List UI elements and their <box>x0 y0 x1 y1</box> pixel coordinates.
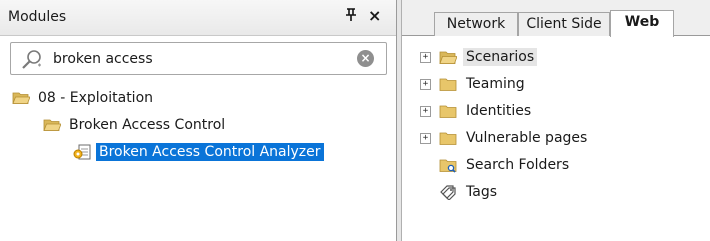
module-search-box[interactable]: × <box>10 42 387 75</box>
tree-item-label: Teaming <box>466 76 525 92</box>
tree-item-broken-access-control-analyzer[interactable]: Broken Access Control Analyzer <box>73 142 324 162</box>
expand-icon[interactable]: + <box>420 51 431 63</box>
tag-icon <box>440 184 456 200</box>
tree-item-label: Tags <box>466 184 497 200</box>
modules-panel: Modules × × 08 - Exploitation Broken Acc… <box>0 0 397 241</box>
pin-icon[interactable] <box>345 8 357 26</box>
tree-item-label: 08 - Exploitation <box>38 90 154 106</box>
tree-item-broken-access-control[interactable]: Broken Access Control <box>43 115 228 135</box>
folder-open-icon <box>439 51 457 64</box>
tree-item-label: Broken Access Control Analyzer <box>96 143 324 161</box>
tree-item-scenarios[interactable]: + Scenarios <box>402 46 538 68</box>
tree-item-label: Broken Access Control <box>69 117 226 133</box>
tree-item-label: Scenarios <box>463 48 538 66</box>
folder-open-icon <box>12 92 30 104</box>
tree-item-label: Vulnerable pages <box>466 130 588 146</box>
tree-item-exploitation[interactable]: 08 - Exploitation <box>12 88 156 108</box>
expand-icon[interactable]: + <box>420 78 431 90</box>
tree-item-label: Search Folders <box>466 157 570 173</box>
modules-panel-header: Modules × <box>0 0 396 36</box>
expand-icon[interactable]: + <box>420 132 431 144</box>
explorer-panel: Network Client Side Web + Scenarios + Te… <box>402 0 710 241</box>
close-icon[interactable]: × <box>368 6 381 25</box>
search-folder-icon <box>439 159 457 173</box>
search-input[interactable] <box>51 48 335 70</box>
tree-item-label: Identities <box>466 103 532 119</box>
web-tree: + Scenarios + Teaming + Identities + Vul… <box>402 36 710 241</box>
folder-icon <box>439 78 457 91</box>
tree-item-teaming[interactable]: + Teaming <box>402 73 528 95</box>
tree-item-identities[interactable]: + Identities <box>402 100 534 122</box>
folder-open-icon <box>43 119 61 131</box>
tree-item-vulnerable-pages[interactable]: + Vulnerable pages <box>402 127 590 149</box>
analyzer-icon <box>73 144 91 160</box>
tab-strip: Network Client Side Web <box>402 0 710 37</box>
tab-network[interactable]: Network <box>434 12 518 36</box>
folder-icon <box>439 132 457 145</box>
expand-icon[interactable]: + <box>420 105 431 117</box>
clear-search-button[interactable]: × <box>357 50 374 67</box>
tree-item-search-folders[interactable]: Search Folders <box>402 154 572 176</box>
tab-web[interactable]: Web <box>610 10 674 37</box>
tab-client-side[interactable]: Client Side <box>518 12 610 36</box>
search-icon <box>20 49 44 69</box>
folder-icon <box>439 105 457 118</box>
tree-item-tags[interactable]: Tags <box>402 181 500 203</box>
panel-title: Modules <box>8 9 67 25</box>
